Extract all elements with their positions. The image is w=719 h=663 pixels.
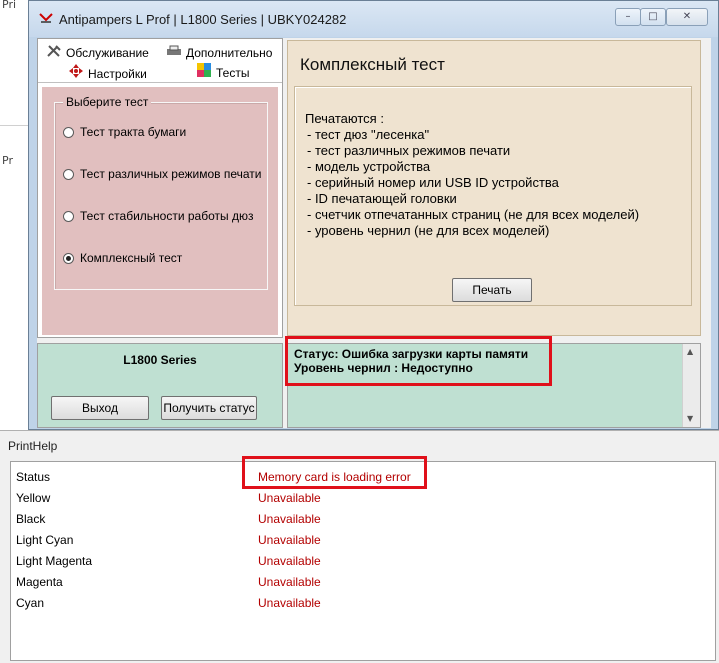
tab-tests[interactable]: Тесты xyxy=(196,63,280,81)
title-bar[interactable]: Antipampers L Prof | L1800 Series | UBKY… xyxy=(29,1,718,37)
move-arrows-icon xyxy=(68,64,84,81)
page-title: Комплексный тест xyxy=(300,55,445,74)
tab-advanced[interactable]: Дополнительно xyxy=(166,45,272,63)
print-button[interactable]: Печать xyxy=(452,278,532,302)
background-app-strip xyxy=(0,0,29,430)
group-label: Выберите тест xyxy=(63,95,152,109)
table-row: Cyan Unavailable xyxy=(16,593,706,614)
list-item: - тест дюз "лесенка" xyxy=(307,127,430,142)
row-name: Status xyxy=(16,470,51,484)
tab-label: Тесты xyxy=(216,66,250,80)
radio-label: Тест тракта бумаги xyxy=(80,125,187,139)
printhelp-table: Status Memory card is loading error Yell… xyxy=(10,461,716,661)
list-item: - серийный номер или USB ID устройства xyxy=(307,175,559,190)
description-heading: Печатаются : xyxy=(305,111,384,126)
list-item: - уровень чернил (не для всех моделей) xyxy=(307,223,550,238)
error-highlight-box xyxy=(242,456,427,489)
radio-indicator xyxy=(63,210,74,222)
radio-indicator xyxy=(63,126,74,138)
row-value: Unavailable xyxy=(258,533,321,547)
status-highlight-box xyxy=(285,336,552,386)
wrench-icon xyxy=(46,45,62,60)
scroll-down-icon[interactable]: ▼ xyxy=(687,414,693,423)
table-row: Light Cyan Unavailable xyxy=(16,530,706,551)
radio-indicator xyxy=(63,168,74,180)
row-name: Yellow xyxy=(16,491,51,505)
row-name: Magenta xyxy=(16,575,63,589)
row-value: Unavailable xyxy=(258,491,321,505)
background-menu-item: Pri xyxy=(2,0,17,11)
scroll-up-icon[interactable]: ▲ xyxy=(687,347,693,356)
tab-maintenance[interactable]: Обслуживание xyxy=(46,45,149,63)
maximize-button[interactable]: □ xyxy=(640,8,666,26)
tab-label: Дополнительно xyxy=(186,46,273,60)
list-item: - счетчик отпечатанных страниц (не для в… xyxy=(307,207,640,222)
row-name: Cyan xyxy=(16,596,45,610)
tests-tab-content: Выберите тест Тест тракта бумаги Тест ра… xyxy=(42,87,278,335)
description-list: - тест дюз "лесенка" - тест различных ре… xyxy=(307,127,639,239)
printhelp-title: PrintHelp xyxy=(8,439,58,453)
printer-icon xyxy=(166,45,182,60)
background-side-text: Pr xyxy=(2,154,13,167)
radio-label: Комплексный тест xyxy=(80,251,183,265)
radio-paper-path-test[interactable]: Тест тракта бумаги xyxy=(63,125,186,139)
background-divider xyxy=(0,125,28,126)
minimize-button[interactable]: – xyxy=(615,8,641,26)
radio-complex-test[interactable]: Комплексный тест xyxy=(63,251,182,265)
row-name: Light Magenta xyxy=(16,554,93,568)
description-box: Печатаются : - тест дюз "лесенка" - тест… xyxy=(294,86,692,306)
tab-settings[interactable]: Настройки xyxy=(68,64,147,82)
test-select-group: Выберите тест Тест тракта бумаги Тест ра… xyxy=(54,95,268,290)
tab-divider xyxy=(38,82,282,83)
radio-print-modes-test[interactable]: Тест различных режимов печати xyxy=(63,167,262,181)
row-value: Unavailable xyxy=(258,512,321,526)
table-row: Black Unavailable xyxy=(16,509,706,530)
list-item: - тест различных режимов печати xyxy=(307,143,511,158)
row-name: Light Cyan xyxy=(16,533,74,547)
status-scrollbar[interactable]: ▲ ▼ xyxy=(682,344,700,427)
tab-label: Настройки xyxy=(88,67,147,81)
row-value: Unavailable xyxy=(258,554,321,568)
device-model: L1800 Series xyxy=(123,353,197,367)
table-row: Light Magenta Unavailable xyxy=(16,551,706,572)
app-icon xyxy=(39,13,53,23)
list-item: - модель устройства xyxy=(307,159,431,174)
close-button[interactable]: ✕ xyxy=(666,8,708,26)
table-row: Yellow Unavailable xyxy=(16,488,706,509)
tab-label: Обслуживание xyxy=(66,46,149,60)
test-description-panel: Комплексный тест Печатаются : - тест дюз… xyxy=(287,40,701,336)
radio-nozzle-stability-test[interactable]: Тест стабильности работы дюз xyxy=(63,209,253,223)
window-title: Antipampers L Prof | L1800 Series | UBKY… xyxy=(59,12,347,27)
device-panel: L1800 Series Выход Получить статус xyxy=(37,343,283,428)
radio-label: Тест различных режимов печати xyxy=(80,167,262,181)
get-status-button[interactable]: Получить статус xyxy=(161,396,257,420)
exit-button[interactable]: Выход xyxy=(51,396,149,420)
row-value: Unavailable xyxy=(258,575,321,589)
row-name: Black xyxy=(16,512,46,526)
radio-label: Тест стабильности работы дюз xyxy=(80,209,254,223)
left-panel: Обслуживание Дополнительно Настройки Тес… xyxy=(37,38,283,338)
radio-indicator-selected xyxy=(63,252,74,264)
row-value: Unavailable xyxy=(258,596,321,610)
list-item: - ID печатающей головки xyxy=(307,191,457,206)
table-row: Magenta Unavailable xyxy=(16,572,706,593)
color-palette-icon xyxy=(196,63,212,80)
